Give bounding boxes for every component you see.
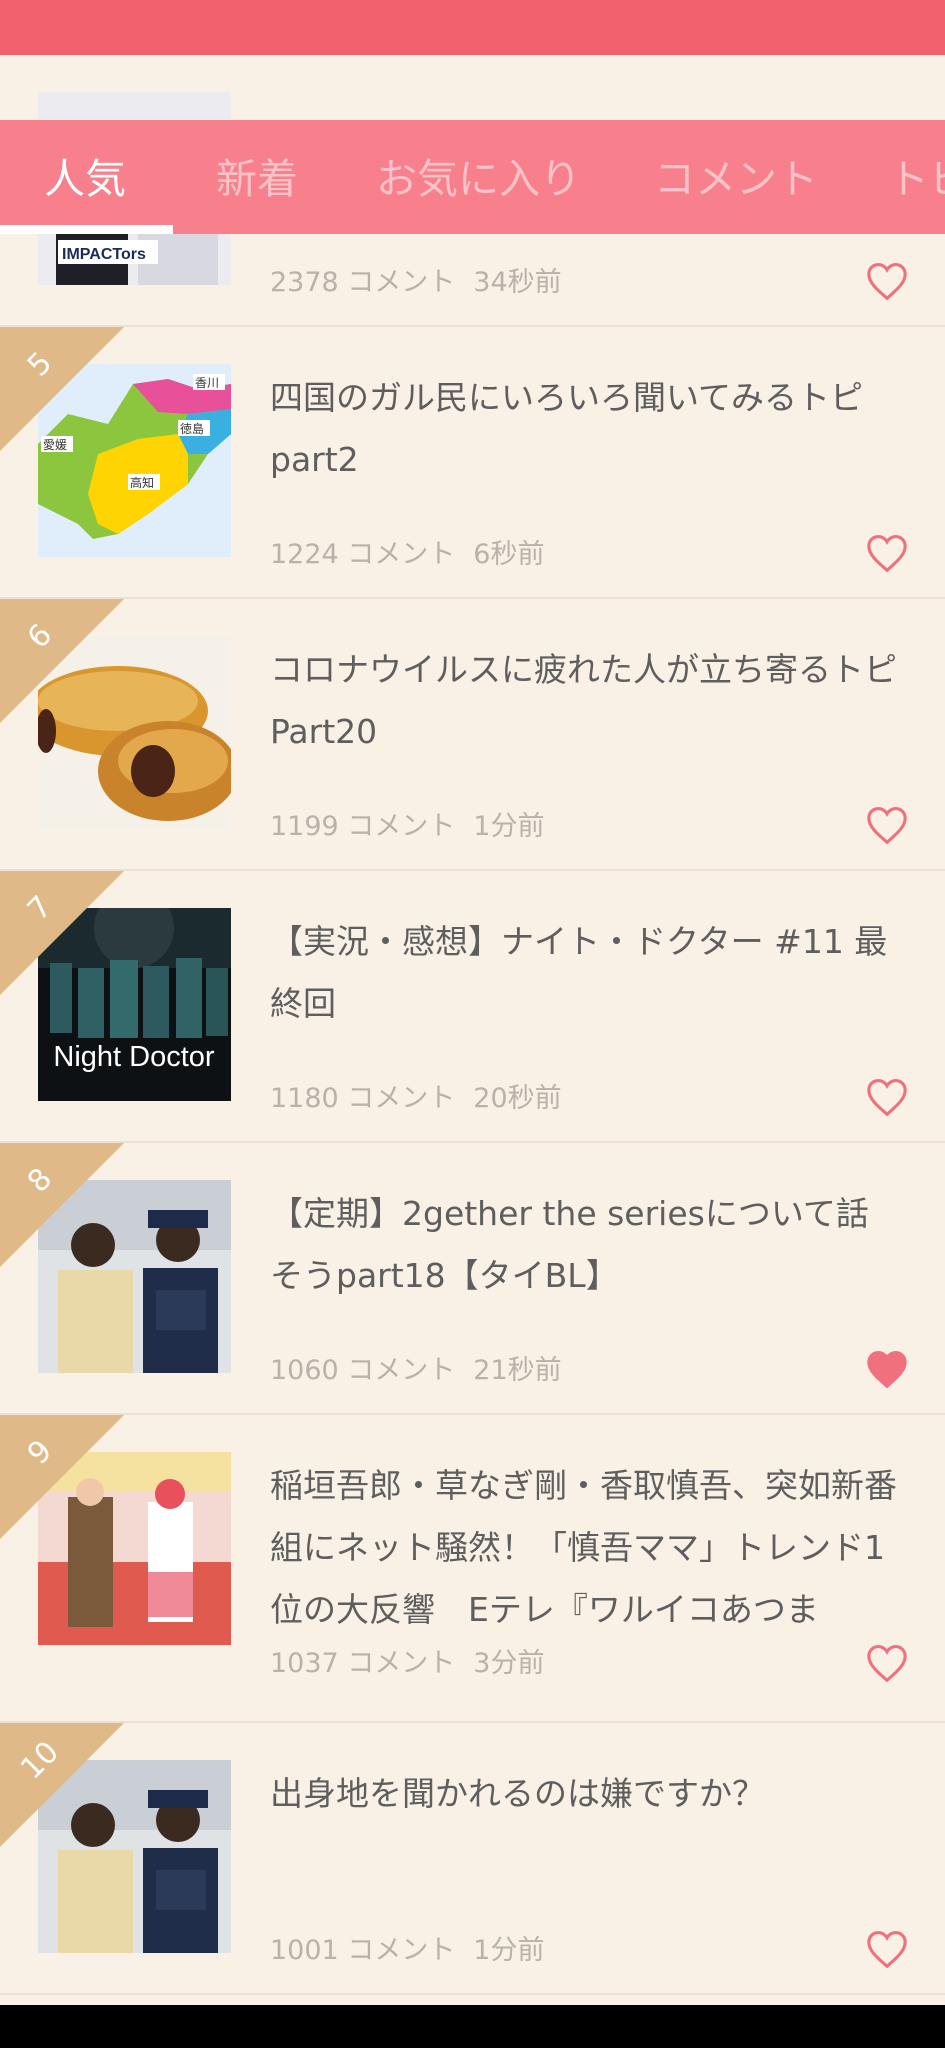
map-label-kagawa: 香川 [195, 376, 219, 390]
tab-bar: 人気 新着 お気に入り コメント トピ [0, 120, 945, 234]
favorite-heart-icon[interactable] [866, 806, 908, 844]
comment-count: 1060 コメント [270, 1355, 456, 1386]
topic-meta: 1180 コメント 20秒前 [270, 1076, 562, 1115]
system-nav-bar [0, 2005, 945, 2048]
night-doctor-logo-text: Night Doctor [53, 1041, 215, 1073]
comment-count: 1224 コメント [270, 539, 456, 570]
rank-ribbon [0, 599, 124, 723]
rank-ribbon [0, 1723, 124, 1847]
map-label-kochi: 高知 [130, 475, 154, 490]
topic-title: 出身地を聞かれるのは嫌ですか？ [270, 1774, 765, 1813]
topic-meta: 1060 コメント 21秒前 [270, 1348, 562, 1387]
favorite-heart-icon[interactable] [866, 1930, 908, 1968]
topic-row[interactable]: 5 香川 徳島 愛媛 高知 四国のガル民にいろいろ聞いてみるトピpart2 12… [0, 327, 945, 599]
topic-title: 四国のガル民にいろいろ聞いてみるトピpart2 [270, 378, 864, 479]
favorite-heart-filled-icon[interactable] [866, 1350, 908, 1388]
time-ago: 34秒前 [473, 267, 562, 298]
topic-title: 稲垣吾郎・草なぎ剛・香取慎吾、突如新番組にネット騒然！「慎吾ママ」トレンド1位の… [270, 1466, 897, 1629]
time-ago: 21秒前 [473, 1355, 562, 1386]
tab-comments[interactable]: コメント [654, 120, 818, 234]
rank-ribbon [0, 1415, 124, 1539]
time-ago: 1分前 [473, 1935, 545, 1966]
comment-count: 1199 コメント [270, 811, 456, 842]
favorite-heart-icon[interactable] [866, 534, 908, 572]
rank-ribbon [0, 871, 124, 995]
comment-count: 2378 コメント [270, 267, 456, 298]
active-tab-indicator [0, 225, 173, 234]
topic-meta: 1199 コメント 1分前 [270, 804, 544, 843]
tab-topics[interactable]: トピ [888, 120, 945, 234]
tab-new[interactable]: 新着 [216, 120, 298, 234]
time-ago: 20秒前 [473, 1083, 562, 1114]
topic-meta: 2378 コメント 34秒前 [270, 260, 562, 299]
topic-title: 【実況・感想】ナイト・ドクター #11 最終回 [270, 922, 888, 1023]
topic-meta: 1224 コメント 6秒前 [270, 532, 544, 571]
favorite-heart-icon[interactable] [866, 1078, 908, 1116]
map-label-tokushima: 徳島 [180, 421, 204, 436]
comment-count: 1001 コメント [270, 1935, 456, 1966]
topic-title: 【定期】2gether the seriesについて話そうpart18【タイBL… [270, 1194, 869, 1295]
topic-row[interactable]: 9 稲垣吾郎・草なぎ剛・香取慎吾、突如新番組にネット騒然！「慎吾ママ」トレンド1… [0, 1415, 945, 1723]
favorite-heart-icon[interactable] [866, 1644, 908, 1682]
tab-popular[interactable]: 人気 [44, 120, 126, 234]
rank-ribbon [0, 1143, 124, 1267]
rank-ribbon [0, 327, 124, 451]
time-ago: 6秒前 [473, 539, 545, 570]
topic-row[interactable]: 8 【定期】2gether the seriesについて話そうpart18【タイ… [0, 1143, 945, 1415]
impactors-logo-text: IMPACTors [62, 246, 146, 263]
time-ago: 3分前 [473, 1648, 545, 1679]
topic-row[interactable]: 6 コロナウイルスに疲れた人が立ち寄るトピPart20 1199 コメント 1分前 [0, 599, 945, 871]
favorite-heart-icon[interactable] [866, 262, 908, 300]
topic-title: コロナウイルスに疲れた人が立ち寄るトピPart20 [270, 650, 897, 751]
topic-row[interactable]: 10 出身地を聞かれるのは嫌ですか？ 1001 コメント 1分前 [0, 1723, 945, 1995]
next-topic-edge [0, 1995, 945, 2005]
topic-meta: 1037 コメント 3分前 [270, 1641, 544, 1680]
time-ago: 1分前 [473, 811, 545, 842]
topic-row[interactable]: 7 Night Doctor 【実況・感想】ナイト・ドクター #11 最終回 1… [0, 871, 945, 1143]
topic-meta: 1001 コメント 1分前 [270, 1928, 544, 1967]
comment-count: 1180 コメント [270, 1083, 456, 1114]
comment-count: 1037 コメント [270, 1648, 456, 1679]
tab-favorites[interactable]: お気に入り [376, 120, 581, 234]
